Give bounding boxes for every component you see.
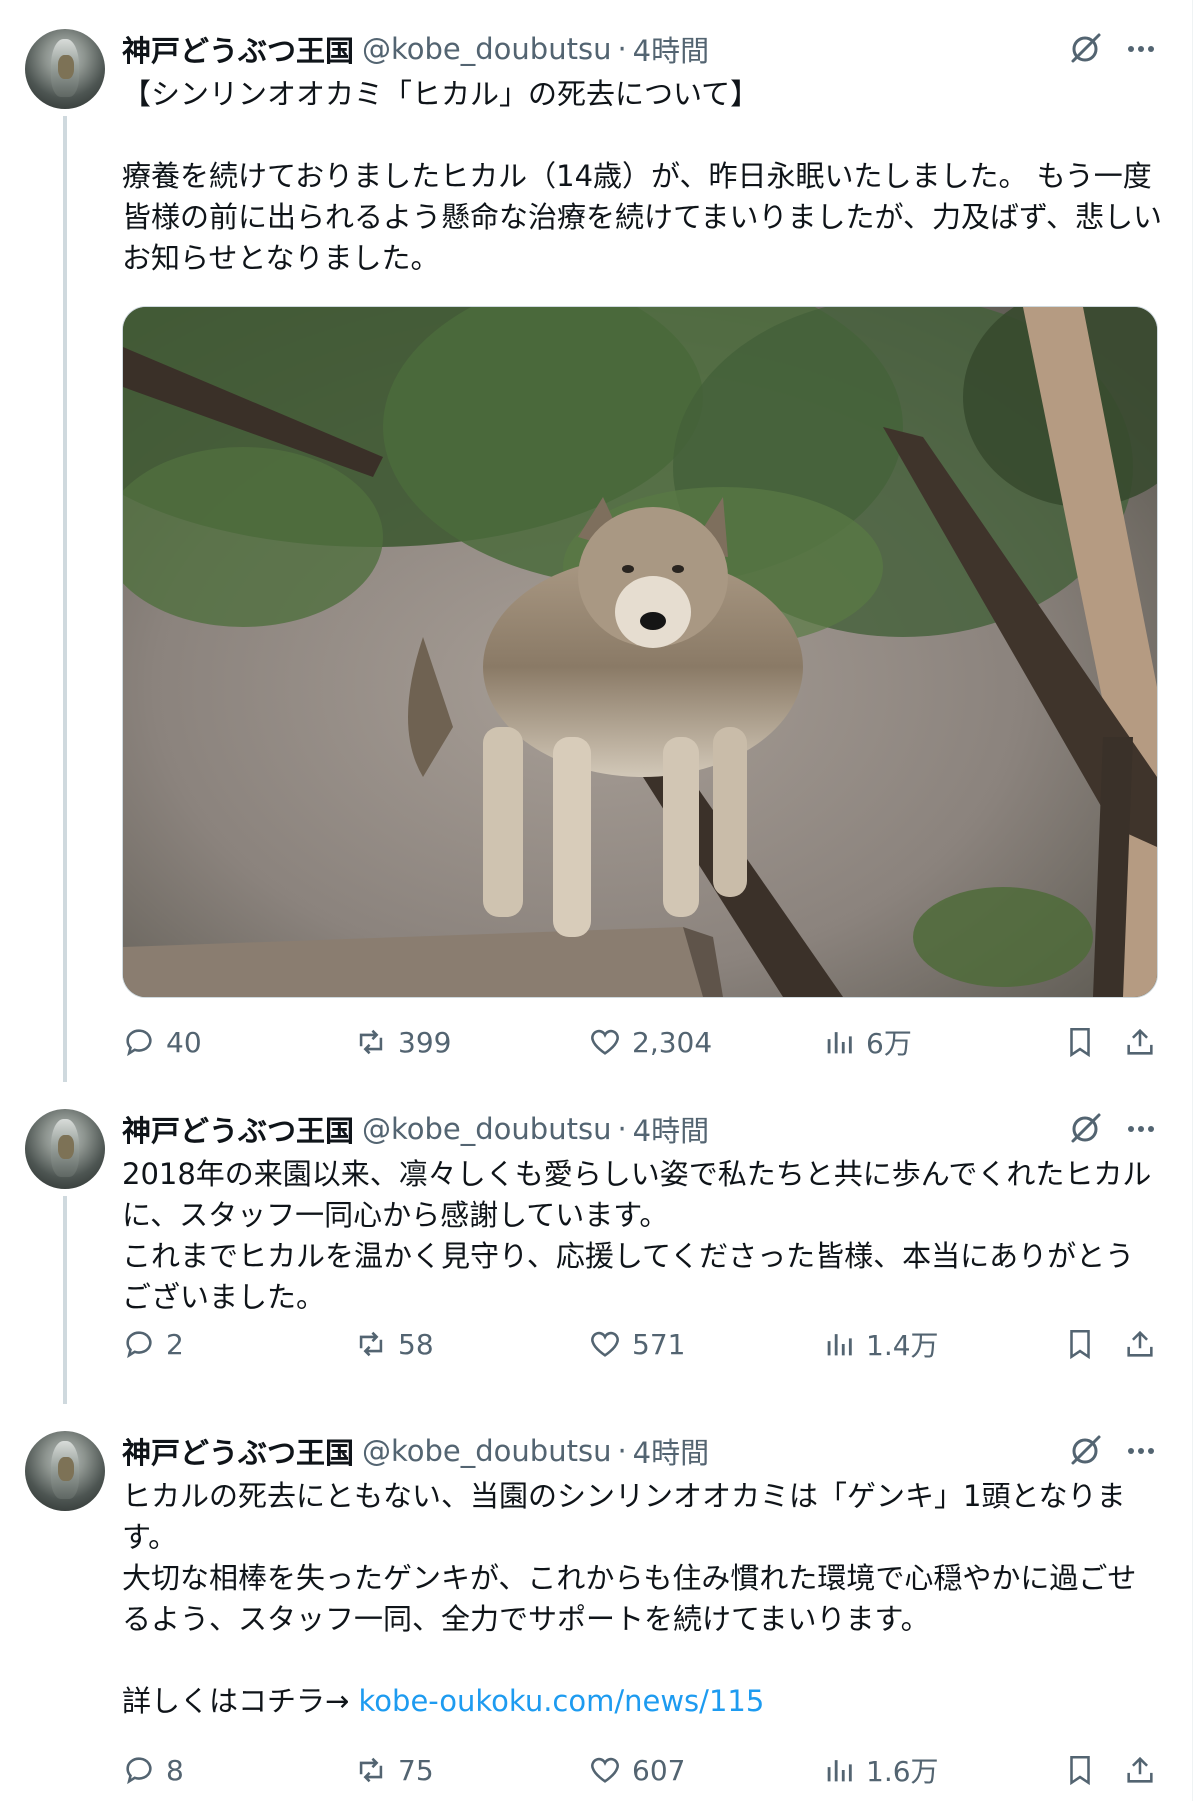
repost-count: 399 xyxy=(398,1025,452,1059)
share-button[interactable] xyxy=(1118,1748,1162,1792)
views-button[interactable]: 6万 xyxy=(822,1020,912,1064)
tweet-text-body: ヒカルの死去にともない、当園のシンリンオオカミは「ゲンキ」1頭となります。 大切… xyxy=(122,1479,1137,1718)
reply-icon xyxy=(126,1029,152,1057)
bookmark-button[interactable] xyxy=(1058,1322,1102,1366)
repost-button[interactable]: 75 xyxy=(354,1748,434,1792)
news-link[interactable]: kobe-oukoku.com/news/115 xyxy=(359,1684,765,1718)
repost-button[interactable]: 58 xyxy=(354,1322,434,1366)
share-icon xyxy=(1127,1028,1153,1055)
grok-icon[interactable] xyxy=(1066,1110,1104,1148)
timestamp[interactable]: 4時間 xyxy=(633,1108,709,1150)
like-icon xyxy=(591,1331,619,1357)
views-count: 1.4万 xyxy=(866,1329,939,1362)
tweet[interactable]: 神戸どうぶつ王国 @kobe_doubutsu · 4時間 2018年の来園以来… xyxy=(0,1080,1192,1404)
views-count: 6万 xyxy=(866,1027,912,1060)
tweet-text: ヒカルの死去にともない、当園のシンリンオオカミは「ゲンキ」1頭となります。 大切… xyxy=(122,1476,1162,1722)
display-name[interactable]: 神戸どうぶつ王国 xyxy=(122,1108,354,1150)
wolf-photo xyxy=(123,307,1157,997)
like-button[interactable]: 2,304 xyxy=(588,1020,712,1064)
like-count: 2,304 xyxy=(632,1025,713,1059)
timestamp[interactable]: 4時間 xyxy=(633,1430,709,1472)
like-button[interactable]: 571 xyxy=(588,1322,685,1366)
bookmark-icon xyxy=(1070,1755,1090,1786)
display-name[interactable]: 神戸どうぶつ王国 xyxy=(122,1430,354,1472)
reply-count: 2 xyxy=(166,1327,184,1361)
reply-button[interactable]: 8 xyxy=(122,1748,184,1792)
user-handle[interactable]: @kobe_doubutsu xyxy=(362,1434,611,1468)
views-count: 1.6万 xyxy=(866,1755,939,1788)
user-handle[interactable]: @kobe_doubutsu xyxy=(362,32,611,66)
reply-icon xyxy=(126,1757,152,1785)
like-button[interactable]: 607 xyxy=(588,1748,685,1792)
avatar[interactable] xyxy=(25,1431,105,1511)
action-bar: 8 75 607 1.6万 xyxy=(122,1748,1162,1792)
repost-count: 75 xyxy=(398,1753,434,1787)
thread-line xyxy=(63,1196,67,1404)
share-button[interactable] xyxy=(1118,1322,1162,1366)
share-button[interactable] xyxy=(1118,1020,1162,1064)
timestamp[interactable]: 4時間 xyxy=(633,28,709,70)
repost-icon xyxy=(359,1029,383,1055)
tweet[interactable]: 神戸どうぶつ王国 @kobe_doubutsu · 4時間 ヒカルの死去にともな… xyxy=(0,1402,1192,1801)
reply-icon xyxy=(126,1331,152,1359)
bookmark-button[interactable] xyxy=(1058,1020,1102,1064)
share-icon xyxy=(1127,1330,1153,1357)
views-icon xyxy=(827,1760,852,1782)
grok-icon[interactable] xyxy=(1066,30,1104,68)
tweet-header: 神戸どうぶつ王国 @kobe_doubutsu · 4時間 xyxy=(122,1431,709,1471)
like-icon xyxy=(591,1029,619,1055)
separator-dot: · xyxy=(617,1112,627,1146)
views-icon xyxy=(827,1334,852,1356)
thread-line xyxy=(63,116,67,1082)
repost-icon xyxy=(359,1757,383,1783)
avatar[interactable] xyxy=(25,1109,105,1189)
bookmark-icon xyxy=(1070,1329,1090,1360)
action-bar: 40 399 2,304 6万 xyxy=(122,1020,1162,1064)
like-count: 571 xyxy=(632,1327,686,1361)
bookmark-button[interactable] xyxy=(1058,1748,1102,1792)
like-count: 607 xyxy=(632,1753,686,1787)
avatar[interactable] xyxy=(25,29,105,109)
more-icon[interactable] xyxy=(1122,1432,1160,1470)
like-icon xyxy=(591,1757,619,1783)
reply-button[interactable]: 2 xyxy=(122,1322,184,1366)
reply-count: 8 xyxy=(166,1753,184,1787)
tweet-text: 2018年の来園以来、凛々しくも愛らしい姿で私たちと共に歩んでくれたヒカルに、ス… xyxy=(122,1157,1152,1314)
repost-button[interactable]: 399 xyxy=(354,1020,451,1064)
more-icon[interactable] xyxy=(1122,30,1160,68)
reply-button[interactable]: 40 xyxy=(122,1020,202,1064)
bookmark-icon xyxy=(1070,1027,1090,1058)
display-name[interactable]: 神戸どうぶつ王国 xyxy=(122,28,354,70)
share-icon xyxy=(1127,1756,1153,1783)
tweet-photo[interactable] xyxy=(122,306,1158,998)
tweet-header: 神戸どうぶつ王国 @kobe_doubutsu · 4時間 xyxy=(122,1109,709,1149)
user-handle[interactable]: @kobe_doubutsu xyxy=(362,1112,611,1146)
views-button[interactable]: 1.4万 xyxy=(822,1322,939,1366)
views-icon xyxy=(827,1032,852,1054)
tweet[interactable]: 神戸どうぶつ王国 @kobe_doubutsu · 4時間 【シンリンオオカミ「… xyxy=(0,0,1192,1082)
grok-icon[interactable] xyxy=(1066,1432,1104,1470)
tweet-header: 神戸どうぶつ王国 @kobe_doubutsu · 4時間 xyxy=(122,29,709,69)
reply-count: 40 xyxy=(166,1025,202,1059)
separator-dot: · xyxy=(617,1434,627,1468)
repost-count: 58 xyxy=(398,1327,434,1361)
more-icon[interactable] xyxy=(1122,1110,1160,1148)
tweet-text: 【シンリンオオカミ「ヒカル」の死去について】 療養を続けておりましたヒカル（14… xyxy=(122,77,1162,275)
separator-dot: · xyxy=(617,32,627,66)
action-bar: 2 58 571 1.4万 xyxy=(122,1322,1162,1366)
repost-icon xyxy=(359,1331,383,1357)
views-button[interactable]: 1.6万 xyxy=(822,1748,939,1792)
timeline-divider xyxy=(1192,0,1193,1801)
